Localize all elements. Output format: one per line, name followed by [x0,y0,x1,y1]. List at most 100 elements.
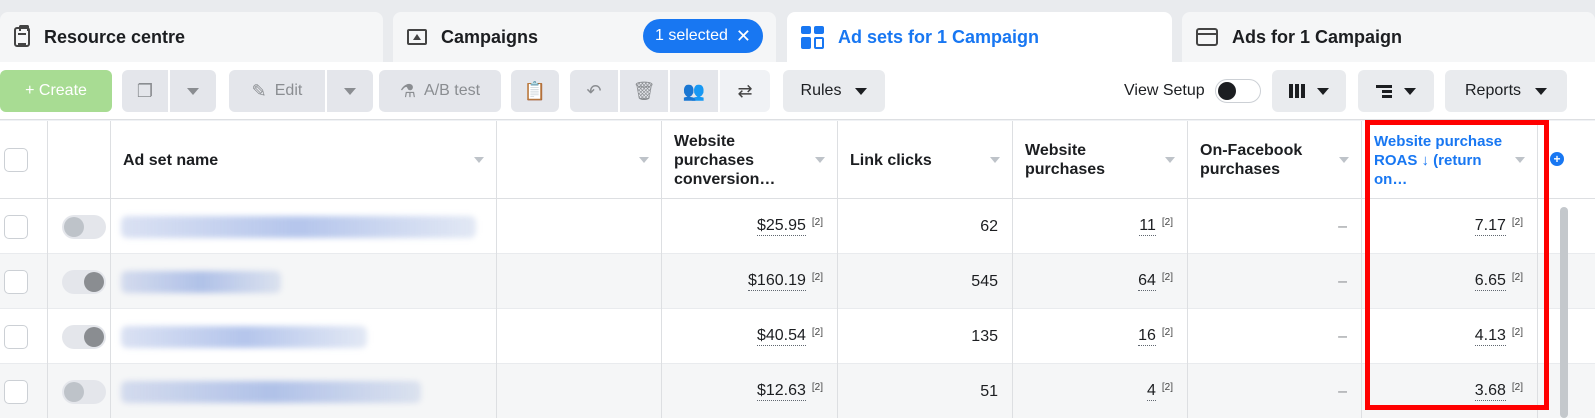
edit-button[interactable]: ✎ Edit [229,70,325,112]
ad-set-name-cell[interactable] [111,309,497,364]
sort-icon[interactable] [474,157,484,163]
pencil-icon: ✎ [251,80,267,101]
tab-ad-sets[interactable]: Ad sets for 1 Campaign [787,12,1172,62]
tab-label: Ads for 1 Campaign [1232,26,1403,47]
header-website-purchases[interactable]: Website purchases [1013,121,1188,199]
table-header: Ad set name Website purchases conversion… [0,121,1595,199]
view-setup-label: View Setup [1124,82,1205,99]
clipboard-button[interactable]: 📋 [511,70,559,112]
row-toggle[interactable] [62,324,106,349]
conversion-value[interactable]: $12.63 [756,382,806,401]
link-clicks-value: 135 [971,327,998,345]
sort-icon[interactable] [815,157,825,163]
row-toggle[interactable] [62,379,106,404]
purchases-value[interactable]: 64 [1138,272,1156,291]
row-checkbox[interactable] [4,379,28,404]
columns-button[interactable] [1272,70,1346,112]
conversion-value[interactable]: $40.54 [756,327,806,346]
edit-label: Edit [274,82,303,99]
audience-button[interactable]: 👥 [670,70,718,112]
breakdown-button[interactable] [1358,70,1434,112]
create-label: + Create [25,82,87,99]
column-label: Ad set name [123,151,219,169]
blurred-name [121,270,281,293]
chevron-down-icon [855,87,868,95]
add-column-icon[interactable]: + [1550,152,1564,166]
column-label: Website purchases conversion… [674,132,776,188]
chevron-down-icon [344,87,356,95]
row-toggle[interactable] [62,214,106,239]
selected-count: 1 selected [654,27,728,44]
selected-badge[interactable]: 1 selected ✕ [643,19,763,53]
sort-icon[interactable] [1515,157,1525,163]
conversion-value[interactable]: $25.95 [756,217,806,236]
on-facebook-value: – [1338,382,1347,400]
duplicate-dropdown[interactable] [170,70,216,112]
column-label: Website purchase ROAS ↓ (return on… [1374,132,1503,188]
header-ad-set-name[interactable]: Ad set name [111,121,497,199]
ad-set-name-cell[interactable] [111,254,497,309]
conversion-value[interactable]: $160.19 [748,272,806,291]
people-icon: 👥 [682,80,706,101]
export-button[interactable]: ⇄ [720,70,770,112]
header-purchases-conversion[interactable]: Website purchases conversion… [662,121,838,199]
header-purchase-roas[interactable]: Website purchase ROAS ↓ (return on… [1362,121,1538,199]
sort-icon[interactable] [1165,157,1175,163]
sort-icon[interactable] [1339,157,1349,163]
select-all-checkbox[interactable] [4,148,28,172]
on-facebook-value: – [1338,327,1347,345]
ad-set-name-cell[interactable] [111,364,497,418]
tab-resource-centre[interactable]: Resource centre [0,12,383,62]
table-row[interactable]: $25.95 [2] 62 11 [2] – 7.17 [2] [0,199,1595,254]
chevron-down-icon [187,87,199,95]
toolbar: + Create ❐ ✎ Edit ⚗ A/B test 📋 ↶ 🗑 👥 ⇄ R… [0,62,1595,120]
tab-ads[interactable]: Ads for 1 Campaign [1182,12,1595,62]
header-select-all [0,121,48,199]
ab-test-button[interactable]: ⚗ A/B test [379,70,501,112]
header-blank-column[interactable] [497,121,662,199]
undo-button[interactable]: ↶ [570,70,618,112]
on-facebook-value: – [1338,217,1347,235]
row-toggle[interactable] [62,269,106,294]
row-checkbox[interactable] [4,269,28,294]
reports-button[interactable]: Reports [1445,70,1567,112]
on-facebook-value: – [1338,272,1347,290]
row-checkbox[interactable] [4,324,28,349]
roas-value[interactable]: 6.65 [1474,272,1506,291]
ad-set-name-cell[interactable] [111,199,497,254]
row-checkbox[interactable] [4,214,28,239]
column-label: On-Facebook purchases [1200,142,1303,178]
roas-value[interactable]: 4.13 [1474,327,1506,346]
view-setup-toggle[interactable] [1215,79,1261,103]
table-row[interactable]: $160.19 [2] 545 64 [2] – 6.65 [2] [0,254,1595,309]
export-icon: ⇄ [737,80,753,101]
folder-icon [407,29,427,45]
link-clicks-value: 545 [971,272,998,290]
create-button[interactable]: + Create [0,70,112,112]
table-row[interactable]: $40.54 [2] 135 16 [2] – 4.13 [2] [0,309,1595,364]
clipboard-icon: 📋 [523,80,547,101]
rules-button[interactable]: Rules [783,70,885,112]
breakdown-icon [1376,84,1392,98]
duplicate-button[interactable]: ❐ [122,70,168,112]
duplicate-icon: ❐ [136,80,154,101]
sort-icon[interactable] [990,157,1000,163]
purchases-value[interactable]: 11 [1139,217,1156,236]
delete-button[interactable]: 🗑 [620,70,668,112]
purchases-value[interactable]: 4 [1146,382,1156,401]
header-on-facebook-purchases[interactable]: On-Facebook purchases [1188,121,1362,199]
tab-bar: Resource centre Campaigns 1 selected ✕ A… [0,0,1595,62]
chevron-down-icon [1317,87,1329,95]
roas-value[interactable]: 3.68 [1474,382,1506,401]
roas-value[interactable]: 7.17 [1474,217,1506,236]
column-label: Link clicks [850,151,932,169]
header-link-clicks[interactable]: Link clicks [838,121,1013,199]
rules-label: Rules [800,82,842,99]
table-row[interactable]: $12.63 [2] 51 4 [2] – 3.68 [2] [0,364,1595,418]
sort-icon[interactable] [639,157,649,163]
edit-dropdown[interactable] [327,70,373,112]
purchases-value[interactable]: 16 [1138,327,1156,346]
vertical-scrollbar[interactable] [1560,207,1568,418]
ab-test-label: A/B test [424,82,481,99]
close-icon[interactable]: ✕ [736,26,751,47]
